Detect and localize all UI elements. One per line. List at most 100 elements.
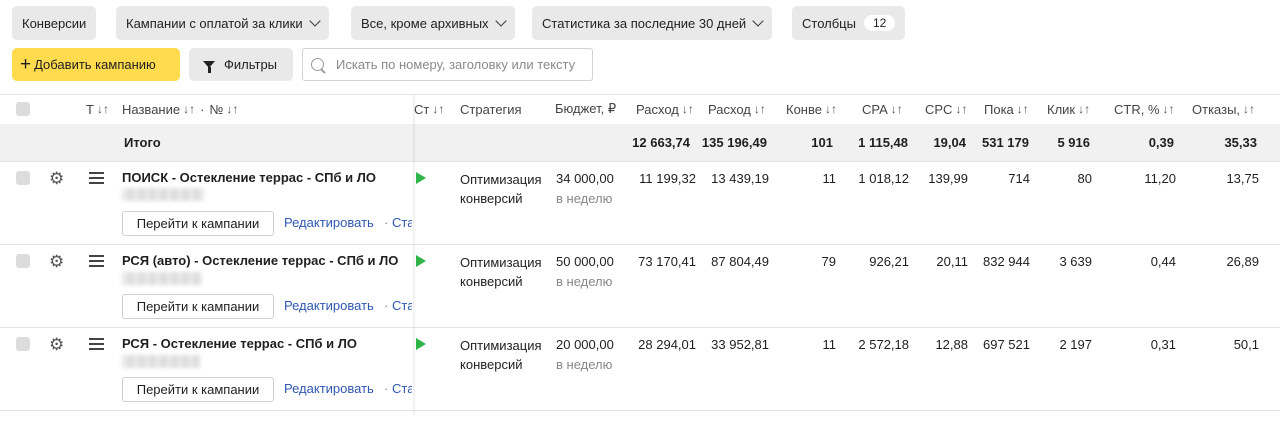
column-header-name[interactable]: Название ↓↑ · № ↓↑ — [122, 95, 262, 123]
clicks-value: 2 197 — [1059, 337, 1092, 352]
status-active-icon — [416, 255, 426, 267]
goto-campaign-label: Перейти к кампании — [136, 382, 260, 397]
column-header-cpc[interactable]: CPC ↓↑ — [925, 95, 975, 123]
column-clicks-label: Клик — [1047, 101, 1076, 117]
search-box[interactable] — [302, 48, 593, 81]
column-header-strategy[interactable]: Стратегия — [460, 95, 540, 123]
select-all-checkbox[interactable] — [16, 102, 30, 116]
action-separator: · — [384, 215, 389, 230]
status-active-icon — [416, 172, 426, 184]
archive-filter-dropdown[interactable]: Все, кроме архивных — [351, 6, 515, 40]
column-spend-label: Расход — [708, 101, 751, 117]
campaign-type-label: Кампании с оплатой за клики — [126, 15, 303, 31]
column-header-ctr[interactable]: CTR, % ↓↑ — [1114, 95, 1178, 123]
totals-cpa: 1 115,48 — [858, 135, 908, 150]
search-input[interactable] — [336, 57, 592, 72]
campaign-name[interactable]: РСЯ (авто) - Остекление террас - СПб и Л… — [122, 253, 408, 268]
budget-period: в неделю — [556, 357, 613, 372]
campaign-name[interactable]: РСЯ - Остекление террас - СПб и ЛО — [122, 336, 408, 351]
column-cpa-label: CPA — [862, 101, 888, 117]
columns-button[interactable]: Столбцы 12 — [792, 6, 906, 40]
gear-icon[interactable]: ⚙ — [49, 253, 64, 270]
goto-campaign-button[interactable]: Перейти к кампании — [122, 377, 274, 402]
column-strategy-label: Стратегия — [460, 101, 522, 117]
campaign-name[interactable]: ПОИСК - Остекление террас - СПб и ЛО — [122, 170, 408, 185]
stats-period-label: Статистика за последние 30 дней — [542, 15, 747, 31]
cpc-value: 12,88 — [935, 337, 968, 352]
filters-button[interactable]: Фильтры — [189, 48, 293, 81]
stats-link[interactable]: Ста — [392, 381, 412, 396]
sort-icon: ↓↑ — [1243, 102, 1256, 116]
column-bounces-label: Отказы, — [1192, 101, 1241, 117]
stats-period-dropdown[interactable]: Статистика за последние 30 дней — [532, 6, 773, 40]
search-icon — [311, 58, 324, 71]
column-status-label: Ст — [414, 101, 430, 117]
row-checkbox[interactable] — [16, 337, 30, 351]
stats-link[interactable]: Ста — [392, 298, 412, 313]
spend-2-value: 33 952,81 — [711, 337, 769, 352]
column-header-type[interactable]: Т ↓↑ — [86, 95, 110, 123]
conversions-label: Конверсии — [22, 15, 87, 31]
spend-2-value: 13 439,19 — [711, 171, 769, 186]
column-header-bounces[interactable]: Отказы, ↓↑ — [1192, 95, 1280, 123]
ctr-value: 11,20 — [1144, 171, 1176, 186]
column-header-cpa[interactable]: CPA ↓↑ — [862, 95, 912, 123]
goto-campaign-button[interactable]: Перейти к кампании — [122, 294, 274, 319]
row-checkbox[interactable] — [16, 171, 30, 185]
chevron-down-icon — [494, 15, 507, 27]
add-campaign-button[interactable]: + Добавить кампанию — [12, 48, 180, 81]
campaign-type-text-icon — [89, 172, 104, 184]
goto-campaign-button[interactable]: Перейти к кампании — [122, 211, 274, 236]
totals-bounces: 35,33 — [1224, 135, 1257, 150]
funnel-icon — [203, 61, 215, 73]
edit-link[interactable]: Редактировать — [284, 298, 374, 313]
divider — [0, 244, 1280, 245]
column-header-status[interactable]: Ст ↓↑ — [414, 95, 448, 123]
campaign-type-text-icon — [89, 338, 104, 350]
column-header-conversions[interactable]: Конве ↓↑ — [786, 95, 838, 123]
strategy-line-2: конверсий — [460, 357, 523, 372]
column-header-budget[interactable]: Бюджет, ₽ — [555, 95, 622, 123]
gear-icon[interactable]: ⚙ — [49, 336, 64, 353]
column-budget-label: Бюджет, ₽ — [555, 101, 617, 116]
impressions-value: 832 944 — [983, 254, 1030, 269]
column-header-impressions[interactable]: Пока ↓↑ — [984, 95, 1036, 123]
conversions-value: 79 — [821, 254, 836, 269]
totals-clicks: 5 916 — [1057, 135, 1090, 150]
ctr-value: 0,44 — [1150, 254, 1176, 269]
edit-link[interactable]: Редактировать — [284, 381, 374, 396]
sort-icon: ↓↑ — [955, 102, 968, 116]
cpc-value: 20,11 — [936, 254, 968, 269]
goto-campaign-label: Перейти к кампании — [136, 216, 260, 231]
sort-icon: ↓↑ — [183, 102, 196, 116]
gear-icon[interactable]: ⚙ — [49, 170, 64, 187]
budget-period: в неделю — [556, 274, 613, 289]
column-header-spend-2[interactable]: Расход ↓↑ — [708, 95, 772, 123]
cpa-value: 2 572,18 — [858, 337, 909, 352]
edit-link[interactable]: Редактировать — [284, 215, 374, 230]
status-active-icon — [416, 338, 426, 350]
totals-cpc: 19,04 — [933, 135, 966, 150]
chevron-down-icon — [752, 15, 764, 27]
divider — [0, 327, 1280, 328]
strategy-line-1: Оптимизация — [460, 338, 542, 353]
column-cpc-label: CPC — [925, 101, 953, 117]
spend-1-value: 73 170,41 — [638, 254, 696, 269]
row-checkbox[interactable] — [16, 254, 30, 268]
filters-label: Фильтры — [224, 57, 278, 72]
column-header-spend-1[interactable]: Расход ↓↑ — [636, 95, 694, 123]
ctr-value: 0,31 — [1150, 337, 1176, 352]
campaign-type-dropdown[interactable]: Кампании с оплатой за клики — [116, 6, 329, 40]
column-header-clicks[interactable]: Клик ↓↑ — [1047, 95, 1103, 123]
impressions-value: 697 521 — [983, 337, 1030, 352]
column-type-label: Т — [86, 101, 94, 117]
conversions-filter-button[interactable]: Конверсии — [12, 6, 97, 40]
budget-value: 50 000,00 — [556, 254, 614, 269]
divider — [0, 161, 1280, 162]
stats-link[interactable]: Ста — [392, 215, 412, 230]
header-separator: · — [200, 101, 205, 117]
column-conversions-label: Конве — [786, 101, 822, 117]
sort-icon: ↓↑ — [1162, 102, 1175, 116]
spend-1-value: 11 199,32 — [639, 171, 696, 186]
totals-ctr: 0,39 — [1148, 135, 1174, 150]
